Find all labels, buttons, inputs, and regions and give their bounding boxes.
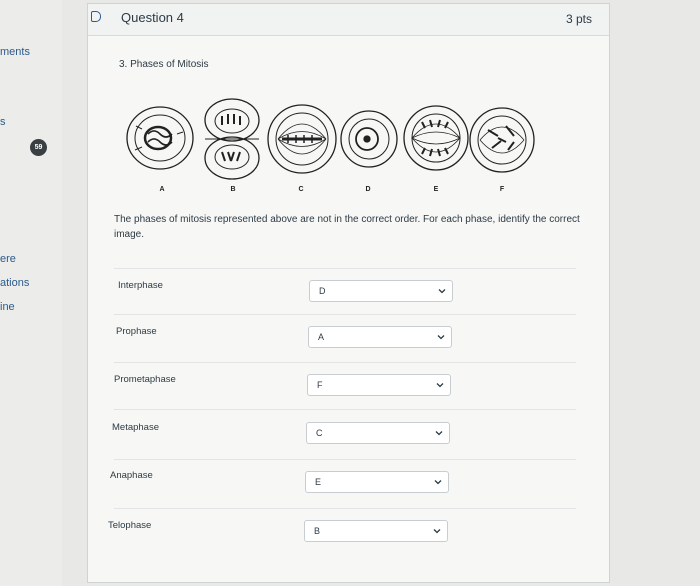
sidebar-item-ine[interactable]: ine: [0, 301, 15, 313]
match-select-telophase[interactable]: B: [304, 520, 448, 542]
question-header: Question 4 3 pts: [88, 4, 609, 36]
question-points: 3 pts: [565, 12, 592, 26]
selected-value: F: [317, 380, 323, 390]
row-divider: [114, 459, 576, 460]
course-nav-sidebar: ments s 59 ere ations ine: [0, 0, 62, 586]
mitosis-phases-figure: A B C D E F: [126, 98, 535, 193]
question-instructions: The phases of mitosis represented above …: [114, 214, 580, 240]
figure-label-f: F: [500, 186, 505, 193]
sidebar-item-assignments[interactable]: ments: [0, 46, 30, 58]
match-select-prometaphase[interactable]: F: [307, 374, 451, 396]
match-select-prophase[interactable]: A: [308, 326, 452, 348]
selected-value: A: [318, 332, 325, 342]
chevron-down-icon: [438, 289, 446, 294]
sidebar-item-ations[interactable]: ations: [0, 277, 29, 289]
selected-value: C: [316, 428, 323, 438]
chevron-down-icon: [435, 431, 443, 436]
match-select-anaphase[interactable]: E: [305, 471, 449, 493]
flag-question-icon[interactable]: [91, 11, 101, 22]
match-label-metaphase: Metaphase: [112, 422, 160, 433]
figure-label-c: C: [298, 186, 303, 193]
figure-label-e: E: [434, 186, 439, 193]
question-title: Question 4: [121, 10, 184, 25]
match-label-telophase: Telophase: [108, 520, 152, 531]
row-divider: [114, 362, 576, 363]
chevron-down-icon: [437, 335, 445, 340]
cell-c-image: [267, 104, 337, 174]
cell-d-image: [340, 110, 398, 168]
chevron-down-icon: [433, 529, 441, 534]
chevron-down-icon: [436, 383, 444, 388]
chevron-down-icon: [434, 480, 442, 485]
match-label-prometaphase: Prometaphase: [114, 374, 176, 385]
figure-label-d: D: [365, 186, 370, 193]
row-divider: [114, 508, 576, 509]
sidebar-item-ere[interactable]: ere: [0, 253, 16, 265]
figure-label-a: A: [159, 186, 164, 193]
match-select-metaphase[interactable]: C: [306, 422, 450, 444]
cell-b-image: [204, 98, 260, 180]
question-subtitle: 3. Phases of Mitosis: [119, 59, 209, 70]
question-card: Question 4 3 pts 3. Phases of Mitosis A …: [87, 3, 610, 583]
notification-badge: 59: [30, 139, 47, 156]
selected-value: D: [319, 286, 326, 296]
row-divider: [114, 314, 576, 315]
row-divider: [114, 409, 576, 410]
row-divider: [114, 268, 576, 269]
selected-value: E: [315, 477, 322, 487]
match-label-anaphase: Anaphase: [110, 470, 153, 481]
match-select-interphase[interactable]: D: [309, 280, 453, 302]
match-label-prophase: Prophase: [116, 326, 157, 337]
selected-value: B: [314, 526, 321, 536]
cell-f-image: [469, 107, 535, 173]
cell-e-image: [403, 105, 469, 171]
cell-a-image: [126, 106, 194, 170]
figure-label-b: B: [230, 186, 235, 193]
match-label-interphase: Interphase: [118, 280, 163, 291]
sidebar-item-s[interactable]: s: [0, 116, 6, 128]
